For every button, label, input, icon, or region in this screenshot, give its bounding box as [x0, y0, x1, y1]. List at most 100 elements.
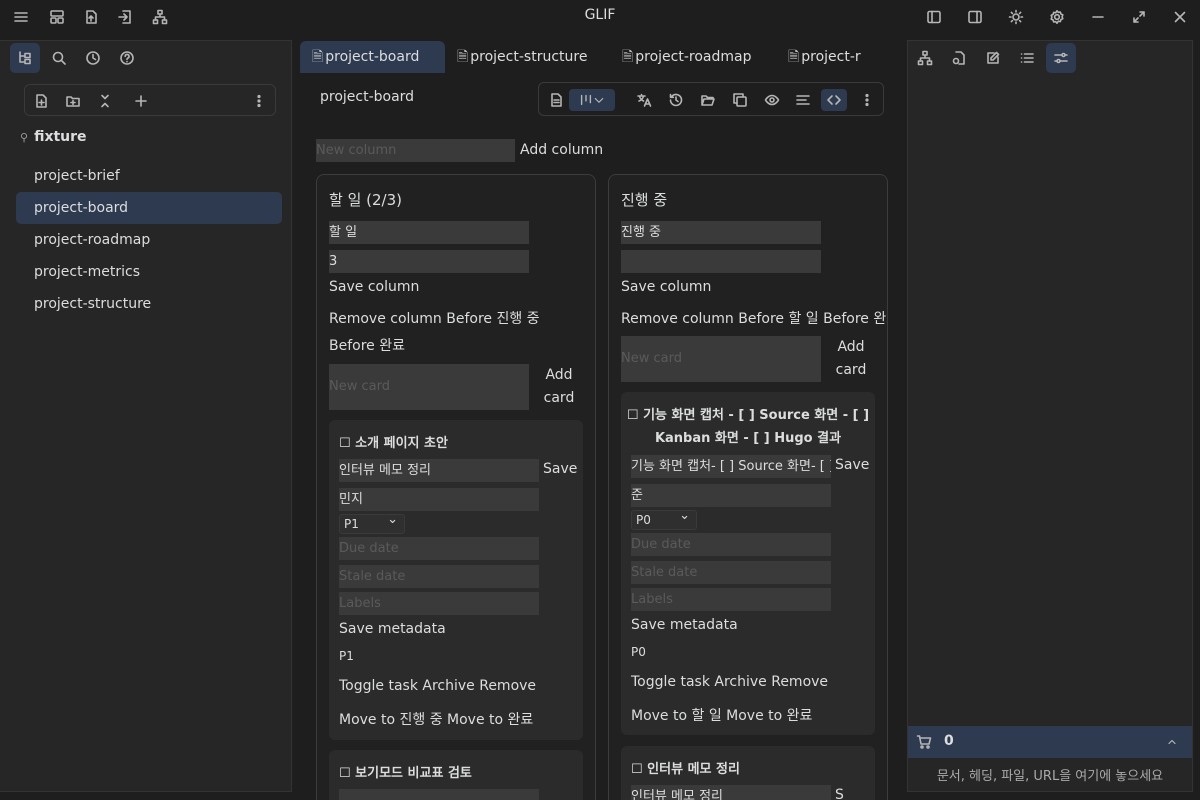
preview-eye-icon[interactable] — [761, 89, 783, 111]
file-item-project-roadmap[interactable]: project-roadmap — [16, 224, 282, 256]
card-save-button[interactable]: S — [835, 787, 844, 800]
more-options-icon[interactable] — [856, 89, 878, 111]
assignee-input[interactable]: 준 — [631, 484, 831, 507]
column-name-input[interactable]: 할 일 — [329, 221, 529, 244]
linked-file-icon[interactable] — [944, 43, 974, 73]
document-icon: 🗎 — [622, 49, 634, 65]
column-actions[interactable]: Remove column Before 할 일 Before 완료 — [621, 308, 887, 328]
search-icon[interactable] — [44, 43, 74, 73]
priority-select[interactable]: P0 — [631, 507, 697, 530]
file-tree-tab-icon[interactable] — [10, 43, 40, 73]
right-sidebar-toggle-icon[interactable] — [963, 5, 987, 29]
copy-icon[interactable] — [729, 89, 751, 111]
save-column-button[interactable]: Save column — [329, 279, 419, 295]
tab-project-r[interactable]: 🗎 project-r — [776, 41, 900, 73]
add-card-button[interactable]: Add card — [831, 336, 871, 382]
card-actions[interactable]: Toggle task Archive Remove — [339, 678, 536, 694]
pin-icon: ⚲ — [20, 131, 29, 144]
kanban-card[interactable]: ☐ 소개 페이지 초안 인터뷰 메모 정리 Save 민지 P1 Due dat… — [329, 420, 583, 740]
sliders-icon[interactable] — [1046, 43, 1076, 73]
source-code-icon[interactable] — [821, 89, 847, 111]
kanban-card[interactable]: ☐ 보기모드 비교표 검토 — [329, 750, 583, 800]
align-text-icon[interactable] — [792, 89, 814, 111]
due-date-input[interactable]: Due date — [339, 537, 539, 560]
card-title: ☐ 소개 페이지 초안 — [339, 436, 448, 451]
document-icon: 🗎 — [788, 49, 800, 65]
card-title-input[interactable] — [339, 789, 539, 800]
add-card-button[interactable]: Add card — [539, 364, 579, 410]
vault-name[interactable]: ⚲ fixture — [20, 129, 87, 145]
document-icon: 🗎 — [312, 49, 324, 65]
labels-input[interactable]: Labels — [339, 592, 539, 615]
cart-count: 0 — [944, 733, 954, 749]
card-move-actions[interactable]: Move to 할 일 Move to 완료 — [631, 705, 812, 725]
labels-input[interactable]: Labels — [631, 588, 831, 611]
card-save-button[interactable]: Save — [835, 457, 869, 473]
column-limit-input[interactable] — [621, 250, 821, 273]
assignee-input[interactable]: 민지 — [339, 488, 539, 511]
card-title-input[interactable]: 인터뷰 메모 정리 — [339, 459, 539, 482]
priority-select[interactable]: P1 — [339, 511, 405, 534]
kanban-card[interactable]: ☐ 기능 화면 캡처 - [ ] Source 화면 - [ ] Kanban … — [621, 392, 875, 735]
translate-icon[interactable] — [633, 89, 655, 111]
file-item-project-metrics[interactable]: project-metrics — [16, 256, 282, 288]
chevron-up-icon[interactable] — [1166, 734, 1178, 750]
help-icon[interactable] — [112, 43, 142, 73]
tab-project-board[interactable]: 🗎 project-board — [300, 41, 445, 73]
card-title-continued: Kanban 화면 - [ ] Hugo 결과 — [654, 431, 842, 446]
tab-project-structure[interactable]: 🗎 project-structure — [445, 41, 610, 73]
card-move-actions[interactable]: Move to 진행 중 Move to 완료 — [339, 709, 533, 729]
column-limit-input[interactable]: 3 — [329, 250, 529, 273]
recent-clock-icon[interactable] — [78, 43, 108, 73]
file-item-project-structure[interactable]: project-structure — [16, 288, 282, 320]
add-column-button[interactable]: Add column — [520, 142, 603, 158]
theme-sun-icon[interactable] — [1004, 5, 1028, 29]
close-icon[interactable] — [1168, 5, 1192, 29]
save-column-button[interactable]: Save column — [621, 279, 711, 295]
move-before-button[interactable]: Before 완료 — [329, 335, 405, 355]
card-save-button[interactable]: Save — [543, 461, 577, 477]
left-sidebar: ⚲ fixture project-brief project-board pro… — [0, 40, 292, 792]
file-item-project-brief[interactable]: project-brief — [16, 160, 282, 192]
tab-project-roadmap[interactable]: 🗎 project-roadmap — [610, 41, 775, 73]
new-note-icon[interactable] — [31, 91, 51, 111]
due-date-input[interactable]: Due date — [631, 533, 831, 556]
left-sidebar-toggle-icon[interactable] — [922, 5, 946, 29]
minimize-icon[interactable] — [1086, 5, 1110, 29]
column-title: 할 일 (2/3) — [329, 191, 402, 209]
document-view-icon[interactable] — [545, 89, 567, 111]
kanban-view-icon[interactable] — [569, 89, 615, 111]
settings-gear-icon[interactable] — [1045, 5, 1069, 29]
cart-bar[interactable]: 0 — [908, 726, 1192, 758]
open-folder-icon[interactable] — [697, 89, 719, 111]
new-card-input[interactable]: New card — [329, 364, 529, 410]
new-folder-icon[interactable] — [63, 91, 83, 111]
kanban-card[interactable]: ☐ 인터뷰 메모 정리 인터뷰 메모 정리 S — [621, 746, 875, 800]
edit-icon[interactable] — [978, 43, 1008, 73]
save-metadata-button[interactable]: Save metadata — [339, 621, 446, 637]
drop-zone-hint[interactable]: 문서, 헤딩, 파일, URL을 여기에 놓으세요 — [908, 765, 1192, 784]
card-actions[interactable]: Toggle task Archive Remove — [631, 674, 828, 690]
file-item-project-board[interactable]: project-board — [16, 192, 282, 224]
more-options-icon[interactable] — [249, 91, 269, 111]
history-icon[interactable] — [665, 89, 687, 111]
new-column-input[interactable]: New column — [316, 139, 515, 162]
note-title: project-board — [320, 89, 415, 105]
kanban-column-todo: 할 일 (2/3) 할 일 3 Save column Remove colum… — [316, 174, 596, 800]
column-name-input[interactable]: 진행 중 — [621, 221, 821, 244]
stale-date-input[interactable]: Stale date — [631, 561, 831, 584]
list-icon[interactable] — [1012, 43, 1042, 73]
add-icon[interactable] — [131, 91, 151, 111]
card-title: ☐ 보기모드 비교표 검토 — [339, 766, 472, 781]
stale-date-input[interactable]: Stale date — [339, 565, 539, 588]
card-title-input[interactable]: 인터뷰 메모 정리 — [631, 785, 831, 800]
maximize-icon[interactable] — [1127, 5, 1151, 29]
new-card-input[interactable]: New card — [621, 336, 821, 382]
outline-tree-icon[interactable] — [910, 43, 940, 73]
card-title-input[interactable]: 기능 화면 캡처- [ ] Source 화면- [ ] — [631, 455, 831, 478]
priority-badge: P0 — [631, 645, 646, 659]
collapse-all-icon[interactable] — [95, 91, 115, 111]
card-title: ☐ 인터뷰 메모 정리 — [631, 762, 740, 777]
column-actions[interactable]: Remove column Before 진행 중 — [329, 308, 540, 328]
save-metadata-button[interactable]: Save metadata — [631, 617, 738, 633]
